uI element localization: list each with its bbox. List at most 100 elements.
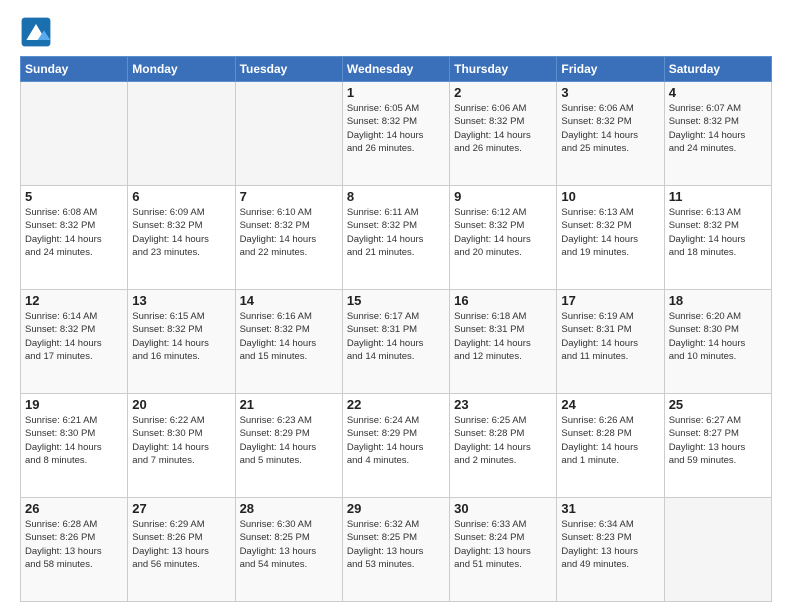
- weekday-header-monday: Monday: [128, 57, 235, 82]
- day-cell: [235, 82, 342, 186]
- day-number: 6: [132, 189, 230, 204]
- week-row-4: 19 Sunrise: 6:21 AMSunset: 8:30 PMDayligh…: [21, 394, 772, 498]
- day-cell: 13Sunrise: 6:15 AMSunset: 8:32 PMDayligh…: [128, 290, 235, 394]
- day-number: 25: [669, 397, 767, 412]
- day-cell: 20 Sunrise: 6:22 AMSunset: 8:30 PMDayligh…: [128, 394, 235, 498]
- day-info: Sunrise: 6:08 AMSunset: 8:32 PMDaylight:…: [25, 206, 123, 259]
- day-number: 16: [454, 293, 552, 308]
- weekday-header-wednesday: Wednesday: [342, 57, 449, 82]
- day-number: 29: [347, 501, 445, 516]
- calendar-table: SundayMondayTuesdayWednesdayThursdayFrid…: [20, 56, 772, 602]
- logo-icon: [20, 16, 52, 48]
- day-info: Sunrise: 6:10 AMSunset: 8:32 PMDaylight:…: [240, 206, 338, 259]
- weekday-header-tuesday: Tuesday: [235, 57, 342, 82]
- day-number: 31: [561, 501, 659, 516]
- day-info: Sunrise: 6:21 AMSunset: 8:30 PMDaylight:…: [25, 414, 123, 467]
- day-cell: 5 Sunrise: 6:08 AMSunset: 8:32 PMDaylight…: [21, 186, 128, 290]
- day-cell: 4Sunrise: 6:07 AMSunset: 8:32 PMDaylight…: [664, 82, 771, 186]
- day-number: 14: [240, 293, 338, 308]
- day-info: Sunrise: 6:05 AMSunset: 8:32 PMDaylight:…: [347, 102, 445, 155]
- day-number: 3: [561, 85, 659, 100]
- day-info: Sunrise: 6:29 AMSunset: 8:26 PMDaylight:…: [132, 518, 230, 571]
- day-cell: 8 Sunrise: 6:11 AMSunset: 8:32 PMDaylight…: [342, 186, 449, 290]
- day-cell: 22Sunrise: 6:24 AMSunset: 8:29 PMDayligh…: [342, 394, 449, 498]
- day-info: Sunrise: 6:11 AMSunset: 8:32 PMDaylight:…: [347, 206, 445, 259]
- week-row-1: 1Sunrise: 6:05 AMSunset: 8:32 PMDaylight…: [21, 82, 772, 186]
- day-info: Sunrise: 6:19 AMSunset: 8:31 PMDaylight:…: [561, 310, 659, 363]
- day-number: 17: [561, 293, 659, 308]
- day-info: Sunrise: 6:16 AMSunset: 8:32 PMDaylight:…: [240, 310, 338, 363]
- day-cell: 6 Sunrise: 6:09 AMSunset: 8:32 PMDaylight…: [128, 186, 235, 290]
- day-cell: 9Sunrise: 6:12 AMSunset: 8:32 PMDaylight…: [450, 186, 557, 290]
- day-number: 4: [669, 85, 767, 100]
- day-cell: 19 Sunrise: 6:21 AMSunset: 8:30 PMDayligh…: [21, 394, 128, 498]
- day-cell: 2 Sunrise: 6:06 AMSunset: 8:32 PMDaylight…: [450, 82, 557, 186]
- day-number: 18: [669, 293, 767, 308]
- day-cell: 16 Sunrise: 6:18 AMSunset: 8:31 PMDayligh…: [450, 290, 557, 394]
- day-cell: [664, 498, 771, 602]
- day-number: 20: [132, 397, 230, 412]
- day-cell: 18 Sunrise: 6:20 AMSunset: 8:30 PMDayligh…: [664, 290, 771, 394]
- day-info: Sunrise: 6:15 AMSunset: 8:32 PMDaylight:…: [132, 310, 230, 363]
- day-info: Sunrise: 6:32 AMSunset: 8:25 PMDaylight:…: [347, 518, 445, 571]
- day-number: 2: [454, 85, 552, 100]
- week-row-3: 12 Sunrise: 6:14 AMSunset: 8:32 PMDayligh…: [21, 290, 772, 394]
- day-number: 28: [240, 501, 338, 516]
- day-cell: 27 Sunrise: 6:29 AMSunset: 8:26 PMDayligh…: [128, 498, 235, 602]
- day-info: Sunrise: 6:30 AMSunset: 8:25 PMDaylight:…: [240, 518, 338, 571]
- day-info: Sunrise: 6:22 AMSunset: 8:30 PMDaylight:…: [132, 414, 230, 467]
- day-cell: 10 Sunrise: 6:13 AMSunset: 8:32 PMDayligh…: [557, 186, 664, 290]
- day-cell: 31 Sunrise: 6:34 AMSunset: 8:23 PMDayligh…: [557, 498, 664, 602]
- week-row-2: 5 Sunrise: 6:08 AMSunset: 8:32 PMDaylight…: [21, 186, 772, 290]
- week-row-5: 26Sunrise: 6:28 AMSunset: 8:26 PMDayligh…: [21, 498, 772, 602]
- day-info: Sunrise: 6:06 AMSunset: 8:32 PMDaylight:…: [454, 102, 552, 155]
- day-info: Sunrise: 6:28 AMSunset: 8:26 PMDaylight:…: [25, 518, 123, 571]
- day-number: 23: [454, 397, 552, 412]
- day-info: Sunrise: 6:23 AMSunset: 8:29 PMDaylight:…: [240, 414, 338, 467]
- page: SundayMondayTuesdayWednesdayThursdayFrid…: [0, 0, 792, 612]
- day-number: 11: [669, 189, 767, 204]
- day-info: Sunrise: 6:14 AMSunset: 8:32 PMDaylight:…: [25, 310, 123, 363]
- day-cell: 7 Sunrise: 6:10 AMSunset: 8:32 PMDaylight…: [235, 186, 342, 290]
- day-number: 21: [240, 397, 338, 412]
- day-cell: 26Sunrise: 6:28 AMSunset: 8:26 PMDayligh…: [21, 498, 128, 602]
- day-number: 27: [132, 501, 230, 516]
- day-cell: 28 Sunrise: 6:30 AMSunset: 8:25 PMDayligh…: [235, 498, 342, 602]
- day-cell: 24 Sunrise: 6:26 AMSunset: 8:28 PMDayligh…: [557, 394, 664, 498]
- weekday-header-thursday: Thursday: [450, 57, 557, 82]
- day-number: 7: [240, 189, 338, 204]
- day-info: Sunrise: 6:17 AMSunset: 8:31 PMDaylight:…: [347, 310, 445, 363]
- day-cell: 3 Sunrise: 6:06 AMSunset: 8:32 PMDaylight…: [557, 82, 664, 186]
- day-cell: 25 Sunrise: 6:27 AMSunset: 8:27 PMDayligh…: [664, 394, 771, 498]
- day-info: Sunrise: 6:09 AMSunset: 8:32 PMDaylight:…: [132, 206, 230, 259]
- day-number: 22: [347, 397, 445, 412]
- day-info: Sunrise: 6:34 AMSunset: 8:23 PMDaylight:…: [561, 518, 659, 571]
- day-info: Sunrise: 6:06 AMSunset: 8:32 PMDaylight:…: [561, 102, 659, 155]
- day-info: Sunrise: 6:20 AMSunset: 8:30 PMDaylight:…: [669, 310, 767, 363]
- day-cell: 30Sunrise: 6:33 AMSunset: 8:24 PMDayligh…: [450, 498, 557, 602]
- day-cell: 11Sunrise: 6:13 AMSunset: 8:32 PMDayligh…: [664, 186, 771, 290]
- day-number: 30: [454, 501, 552, 516]
- day-cell: 23 Sunrise: 6:25 AMSunset: 8:28 PMDayligh…: [450, 394, 557, 498]
- day-info: Sunrise: 6:26 AMSunset: 8:28 PMDaylight:…: [561, 414, 659, 467]
- day-number: 9: [454, 189, 552, 204]
- day-number: 12: [25, 293, 123, 308]
- day-number: 5: [25, 189, 123, 204]
- day-number: 19: [25, 397, 123, 412]
- day-number: 8: [347, 189, 445, 204]
- day-info: Sunrise: 6:13 AMSunset: 8:32 PMDaylight:…: [561, 206, 659, 259]
- day-info: Sunrise: 6:18 AMSunset: 8:31 PMDaylight:…: [454, 310, 552, 363]
- day-cell: [128, 82, 235, 186]
- day-cell: 15Sunrise: 6:17 AMSunset: 8:31 PMDayligh…: [342, 290, 449, 394]
- day-info: Sunrise: 6:25 AMSunset: 8:28 PMDaylight:…: [454, 414, 552, 467]
- day-number: 10: [561, 189, 659, 204]
- weekday-header-sunday: Sunday: [21, 57, 128, 82]
- day-info: Sunrise: 6:27 AMSunset: 8:27 PMDaylight:…: [669, 414, 767, 467]
- day-cell: 1Sunrise: 6:05 AMSunset: 8:32 PMDaylight…: [342, 82, 449, 186]
- header: [20, 16, 772, 48]
- weekday-header-friday: Friday: [557, 57, 664, 82]
- day-cell: [21, 82, 128, 186]
- day-cell: 21 Sunrise: 6:23 AMSunset: 8:29 PMDayligh…: [235, 394, 342, 498]
- day-number: 24: [561, 397, 659, 412]
- day-cell: 17 Sunrise: 6:19 AMSunset: 8:31 PMDayligh…: [557, 290, 664, 394]
